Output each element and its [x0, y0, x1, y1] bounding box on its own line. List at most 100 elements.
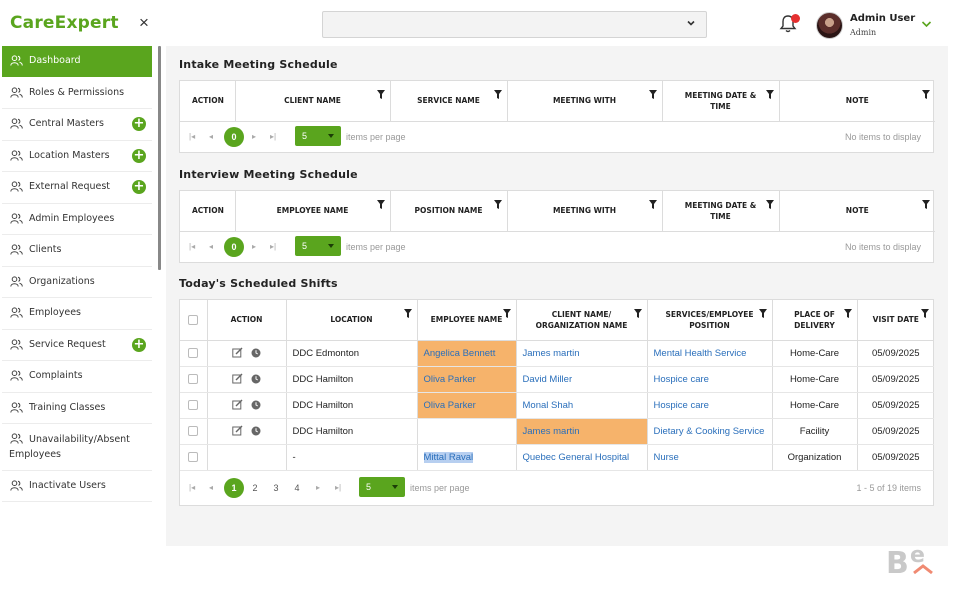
clock-icon[interactable]: [251, 400, 261, 410]
sidebar-item-dashboard[interactable]: Dashboard: [2, 46, 152, 77]
sidebar-scrollbar[interactable]: [158, 46, 161, 270]
col-employee-name[interactable]: Employee Name: [417, 300, 517, 341]
sidebar-item-admin-employees[interactable]: Admin Employees: [2, 204, 152, 235]
filter-icon[interactable]: [493, 200, 502, 209]
page-size-select[interactable]: 5: [295, 235, 341, 256]
col-meeting-date[interactable]: Meeting Date & Time: [662, 81, 780, 122]
user-name[interactable]: Admin User: [850, 13, 915, 24]
row-checkbox[interactable]: [180, 366, 208, 393]
col-place-of-delivery[interactable]: Place of Delivery: [772, 300, 858, 341]
prev-page-icon[interactable]: ◂: [209, 242, 213, 251]
cell-employee[interactable]: Angelica Bennett: [417, 340, 517, 367]
page-size-select[interactable]: 5: [295, 125, 341, 146]
cell-employee[interactable]: Oliva Parker: [417, 366, 517, 393]
prev-page-icon[interactable]: ◂: [209, 132, 213, 141]
filter-icon[interactable]: [843, 309, 852, 318]
page-size-select[interactable]: 5: [359, 476, 405, 497]
next-page-icon[interactable]: ▸: [252, 132, 256, 141]
col-meeting-with[interactable]: Meeting With: [507, 191, 663, 232]
page-number[interactable]: 1: [224, 477, 244, 498]
col-position-name[interactable]: Position Name: [390, 191, 508, 232]
col-client-name[interactable]: Client Name/ Organization Name: [516, 300, 648, 341]
table-row[interactable]: DDC Hamilton James martin Dietary & Cookin…: [180, 418, 934, 445]
table-row[interactable]: DDC Edmonton Angelica Bennett James martin…: [180, 340, 934, 367]
filter-icon[interactable]: [648, 200, 657, 209]
edit-icon[interactable]: [232, 399, 243, 410]
cell-employee[interactable]: Oliva Parker: [417, 392, 517, 419]
sidebar-item-external-request[interactable]: External Request +: [2, 172, 152, 204]
next-page-icon[interactable]: ▸: [316, 483, 320, 492]
filter-icon[interactable]: [403, 309, 412, 318]
cell-service[interactable]: Nurse: [647, 444, 773, 471]
sidebar-item-inactivate-users[interactable]: Inactivate Users: [2, 471, 152, 502]
page-number[interactable]: 3: [266, 478, 286, 498]
page-number[interactable]: 0: [224, 126, 244, 147]
col-meeting-with[interactable]: Meeting With: [507, 81, 663, 122]
last-page-icon[interactable]: ▸|: [335, 483, 341, 492]
first-page-icon[interactable]: |◂: [189, 132, 195, 141]
clock-icon[interactable]: [251, 426, 261, 436]
sidebar-item-central-masters[interactable]: Central Masters +: [2, 109, 152, 141]
cell-service[interactable]: Dietary & Cooking Service: [647, 418, 773, 445]
user-menu-chevron-icon[interactable]: [921, 20, 932, 28]
clock-icon[interactable]: [251, 348, 261, 358]
cell-client[interactable]: Quebec General Hospital: [516, 444, 648, 471]
col-client-name[interactable]: Client Name: [235, 81, 391, 122]
table-row[interactable]: DDC Hamilton Oliva Parker Monal Shah Hospic…: [180, 392, 934, 419]
first-page-icon[interactable]: |◂: [189, 483, 195, 492]
page-number[interactable]: 0: [224, 236, 244, 257]
filter-icon[interactable]: [922, 90, 930, 99]
add-circle-icon[interactable]: +: [132, 180, 146, 194]
prev-page-icon[interactable]: ◂: [209, 483, 213, 492]
filter-icon[interactable]: [921, 309, 929, 318]
cell-employee[interactable]: Mittal Raval: [417, 444, 517, 471]
add-circle-icon[interactable]: +: [132, 338, 146, 352]
col-employee-name[interactable]: Employee Name: [235, 191, 391, 232]
col-meeting-date[interactable]: Meeting Date & Time: [662, 191, 780, 232]
col-note[interactable]: Note: [779, 81, 935, 122]
sidebar-item-employees[interactable]: Employees: [2, 298, 152, 330]
cell-employee[interactable]: [417, 418, 517, 445]
filter-icon[interactable]: [493, 90, 502, 99]
cell-service[interactable]: Mental Health Service: [647, 340, 773, 367]
close-sidebar-icon[interactable]: ×: [139, 13, 149, 33]
filter-icon[interactable]: [765, 90, 774, 99]
col-note[interactable]: Note: [779, 191, 935, 232]
table-row[interactable]: - Mittal Raval Quebec General Hospital Nurs…: [180, 444, 934, 471]
sidebar-item-service-request[interactable]: Service Request +: [2, 330, 152, 361]
filter-icon[interactable]: [633, 309, 642, 318]
edit-icon[interactable]: [232, 425, 243, 436]
sidebar-item-clients[interactable]: Clients: [2, 235, 152, 267]
cell-client[interactable]: James martin: [516, 340, 648, 367]
next-page-icon[interactable]: ▸: [252, 242, 256, 251]
cell-service[interactable]: Hospice care: [647, 366, 773, 393]
sidebar-item-location-masters[interactable]: Location Masters +: [2, 141, 152, 172]
page-number[interactable]: 2: [245, 478, 265, 498]
sidebar-item-complaints[interactable]: Complaints: [2, 361, 152, 393]
filter-icon[interactable]: [376, 200, 385, 209]
filter-icon[interactable]: [648, 90, 657, 99]
filter-icon[interactable]: [376, 90, 385, 99]
sidebar-item-roles-permissions[interactable]: Roles & Permissions: [2, 78, 152, 109]
col-location[interactable]: Location: [286, 300, 418, 341]
brand-logo[interactable]: CareExpert: [10, 13, 119, 33]
col-services[interactable]: Services/Employee Position: [647, 300, 773, 341]
cell-service[interactable]: Hospice care: [647, 392, 773, 419]
filter-icon[interactable]: [765, 200, 774, 209]
page-number[interactable]: 4: [287, 478, 307, 498]
table-row[interactable]: DDC Hamilton Oliva Parker David Miller Hosp…: [180, 366, 934, 393]
cell-client[interactable]: James martin: [516, 418, 648, 445]
row-checkbox[interactable]: [180, 392, 208, 419]
row-checkbox[interactable]: [180, 418, 208, 445]
clock-icon[interactable]: [251, 374, 261, 384]
filter-icon[interactable]: [922, 200, 930, 209]
avatar[interactable]: [816, 12, 843, 39]
cell-client[interactable]: David Miller: [516, 366, 648, 393]
add-circle-icon[interactable]: +: [132, 117, 146, 131]
last-page-icon[interactable]: ▸|: [270, 242, 276, 251]
sidebar-item-training-classes[interactable]: Training Classes: [2, 393, 152, 424]
edit-icon[interactable]: [232, 347, 243, 358]
row-checkbox[interactable]: [180, 444, 208, 471]
add-circle-icon[interactable]: +: [132, 149, 146, 163]
first-page-icon[interactable]: |◂: [189, 242, 195, 251]
